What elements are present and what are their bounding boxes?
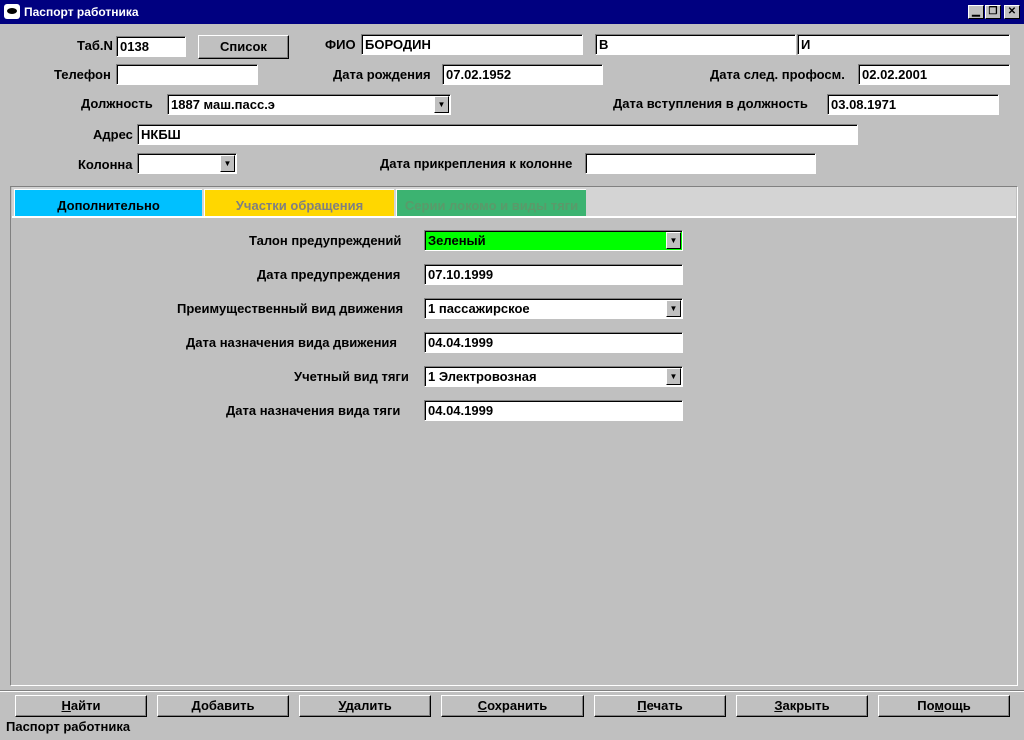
movement-type-date-label: Дата назначения вида движения — [186, 335, 397, 350]
chevron-down-icon[interactable]: ▼ — [666, 300, 681, 317]
save-hotkey: С — [477, 698, 488, 713]
position-start-field[interactable]: 03.08.1971 — [827, 94, 999, 115]
warning-date-field[interactable]: 07.10.1999 — [424, 264, 683, 285]
chevron-down-icon[interactable]: ▼ — [666, 368, 681, 385]
list-button[interactable]: Список — [198, 35, 289, 59]
tab-number-field[interactable]: 0138 — [116, 36, 186, 57]
restore-icon[interactable]: ❐ — [985, 5, 1001, 19]
divider — [0, 690, 1024, 692]
print-button[interactable]: Печать — [594, 695, 726, 717]
next-medical-field[interactable]: 02.02.2001 — [858, 64, 1010, 85]
save-label: охранить — [487, 698, 548, 713]
delete-button[interactable]: Удалить — [299, 695, 431, 717]
find-label: айти — [70, 698, 101, 713]
first-name-field[interactable]: В — [595, 34, 796, 55]
address-label: Адрес — [93, 127, 133, 142]
birth-date-label: Дата рождения — [333, 67, 431, 82]
find-button[interactable]: Найти — [15, 695, 147, 717]
position-start-label: Дата вступления в должность — [613, 96, 808, 111]
tab-circulation-areas-label: Участки обращения — [235, 198, 364, 213]
tab-number-label: Таб.N — [77, 38, 113, 53]
print-hotkey: П — [637, 698, 647, 713]
help-label-start: По — [917, 698, 935, 713]
warning-coupon-select[interactable]: Зеленый ▼ — [424, 230, 683, 251]
close-icon[interactable]: ✕ — [1004, 5, 1020, 19]
status-bar-text: Паспорт работника — [6, 719, 131, 734]
tab-additional-label: Дополнительно — [57, 198, 160, 213]
position-label: Должность — [81, 96, 153, 111]
address-field[interactable]: НКБШ — [137, 124, 858, 145]
close-label: акрыть — [782, 698, 830, 713]
last-name-field[interactable]: БОРОДИН — [361, 34, 583, 55]
add-button[interactable]: Добавить — [157, 695, 289, 717]
minimize-icon[interactable]: ▁ — [968, 5, 984, 19]
traction-type-label: Учетный вид тяги — [294, 369, 409, 384]
column-attach-field[interactable] — [585, 153, 816, 174]
warning-coupon-label: Талон предупреждений — [249, 233, 402, 248]
delete-label: далить — [345, 698, 392, 713]
add-hotkey: Д — [191, 698, 201, 713]
chevron-down-icon[interactable]: ▼ — [434, 96, 449, 113]
add-label: обавить — [200, 698, 255, 713]
birth-date-field[interactable]: 07.02.1952 — [442, 64, 603, 85]
traction-type-date-field[interactable]: 04.04.1999 — [424, 400, 683, 421]
movement-type-value: 1 пассажирское — [428, 301, 530, 316]
phone-field[interactable] — [116, 64, 258, 85]
print-label: ечать — [646, 698, 683, 713]
title-bar: Паспорт работника ▁ ❐ ✕ — [0, 0, 1024, 24]
fio-label: ФИО — [325, 37, 356, 52]
tab-page-additional — [12, 216, 1016, 683]
close-hotkey: З — [774, 698, 783, 713]
column-attach-label: Дата прикрепления к колонне — [380, 156, 573, 171]
warning-date-label: Дата предупреждения — [257, 267, 401, 282]
close-button[interactable]: Закрыть — [736, 695, 868, 717]
chevron-down-icon[interactable]: ▼ — [220, 155, 235, 172]
movement-type-date-field[interactable]: 04.04.1999 — [424, 332, 683, 353]
next-medical-label: Дата след. профосм. — [710, 67, 845, 82]
movement-type-select[interactable]: 1 пассажирское ▼ — [424, 298, 683, 319]
movement-type-label: Преимущественный вид движения — [177, 301, 404, 316]
tab-circulation-areas[interactable]: Участки обращения — [204, 189, 394, 216]
traction-type-value: 1 Электровозная — [428, 369, 537, 384]
middle-name-field[interactable]: И — [797, 34, 1010, 55]
tab-locomotive-series-label: Серии локомо и виды тяги — [404, 198, 579, 213]
window-title: Паспорт работника — [24, 5, 139, 19]
chevron-down-icon[interactable]: ▼ — [666, 232, 681, 249]
phone-label: Телефон — [54, 67, 111, 82]
help-label: ощь — [943, 698, 971, 713]
help-button[interactable]: Помощь — [878, 695, 1010, 717]
warning-coupon-value: Зеленый — [428, 233, 486, 248]
column-select[interactable]: ▼ — [137, 153, 237, 174]
tab-locomotive-series[interactable]: Серии локомо и виды тяги — [396, 189, 586, 216]
position-value: 1887 маш.пасс.э — [171, 97, 275, 112]
tab-additional[interactable]: Дополнительно — [14, 189, 202, 216]
traction-type-select[interactable]: 1 Электровозная ▼ — [424, 366, 683, 387]
app-icon[interactable] — [4, 4, 20, 19]
find-hotkey: Н — [61, 698, 71, 713]
column-label: Колонна — [78, 157, 133, 172]
save-button[interactable]: Сохранить — [441, 695, 584, 717]
traction-type-date-label: Дата назначения вида тяги — [226, 403, 401, 418]
help-hotkey: м — [934, 698, 944, 713]
delete-hotkey: У — [338, 698, 346, 713]
position-select[interactable]: 1887 маш.пасс.э ▼ — [167, 94, 451, 115]
